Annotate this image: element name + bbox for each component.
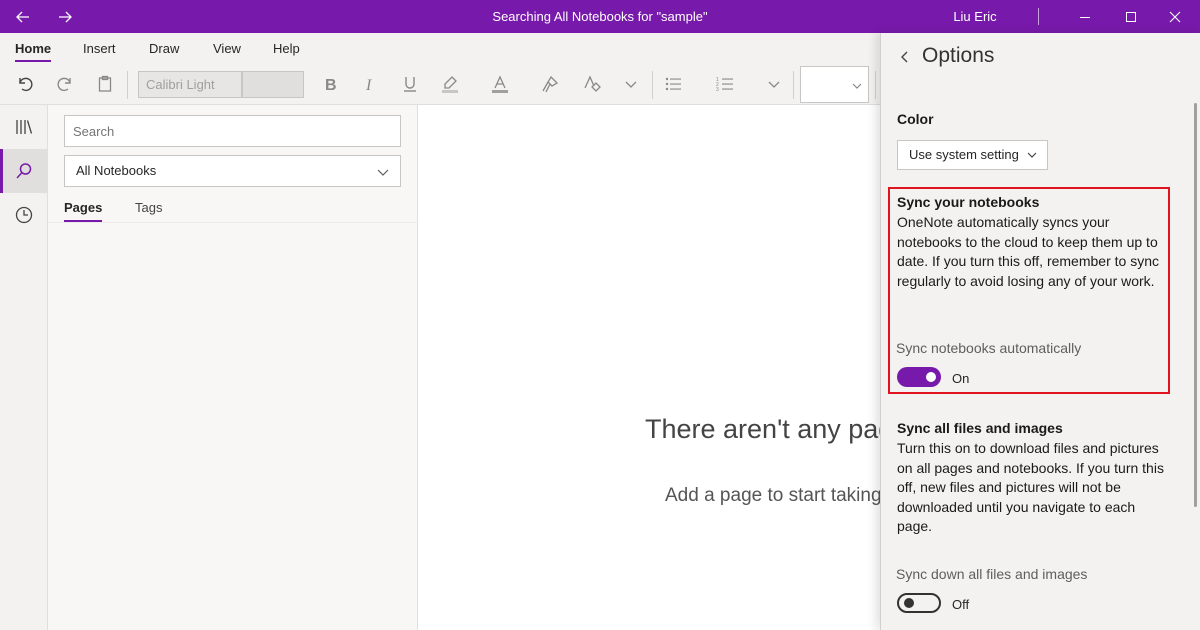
chevron-down-icon [852, 83, 862, 89]
toolbar-divider [652, 71, 653, 99]
panel-title: Options [922, 44, 995, 67]
font-name-box[interactable]: Calibri Light [138, 71, 242, 98]
titlebar-divider [1038, 8, 1039, 25]
home-toolbar: Calibri Light B I 123 [0, 63, 880, 105]
empty-state-title: There aren't any pages [645, 414, 880, 444]
svg-text:B: B [325, 77, 337, 94]
chevron-down-icon[interactable] [759, 70, 789, 98]
scrollbar[interactable] [1194, 103, 1197, 507]
font-size-box[interactable] [242, 71, 304, 98]
files-description: Turn this on to download files and pictu… [897, 440, 1164, 534]
back-chevron-icon[interactable] [893, 45, 917, 69]
styles-dropdown[interactable] [800, 66, 869, 103]
close-icon[interactable] [1152, 0, 1198, 33]
tab-help[interactable]: Help [273, 41, 300, 56]
toolbar-divider [875, 71, 876, 99]
clipboard-icon[interactable] [90, 70, 120, 98]
scope-value: All Notebooks [76, 163, 157, 178]
tab-view[interactable]: View [213, 41, 241, 56]
sync-toggle-label: Sync notebooks automatically [896, 340, 1082, 356]
minimize-icon[interactable] [1062, 0, 1108, 33]
color-dropdown[interactable]: Use system setting [897, 140, 1048, 170]
notebook-scope-dropdown[interactable]: All Notebooks [64, 155, 401, 187]
color-heading: Color [897, 111, 934, 127]
sync-files-toggle[interactable] [897, 593, 941, 613]
tabs-divider [48, 222, 418, 223]
sync-toggle-state: On [952, 371, 970, 386]
tab-home[interactable]: Home [15, 41, 52, 62]
files-toggle-label: Sync down all files and images [896, 566, 1088, 582]
toggle-knob [904, 598, 914, 608]
tab-tags[interactable]: Tags [135, 200, 162, 215]
user-name[interactable]: Liu Eric [940, 0, 1010, 33]
toolbar-divider [127, 71, 128, 99]
search-icon[interactable] [0, 149, 48, 193]
bullets-icon[interactable] [658, 70, 688, 98]
sync-description: OneNote automatically syncs your noteboo… [897, 214, 1159, 289]
italic-icon[interactable]: I [355, 70, 385, 98]
sync-notebooks-toggle[interactable] [897, 367, 941, 387]
redo-icon[interactable] [50, 70, 80, 98]
ribbon-tabs: Home Insert Draw View Help [0, 33, 880, 63]
files-heading: Sync all files and images [897, 420, 1063, 436]
tab-insert[interactable]: Insert [83, 41, 116, 56]
font-color-icon[interactable] [485, 70, 515, 98]
toolbar-divider [793, 71, 794, 99]
toggle-knob [926, 372, 936, 382]
format-painter-icon[interactable] [535, 70, 565, 98]
chevron-down-icon [377, 169, 389, 176]
notebooks-icon[interactable] [0, 105, 48, 149]
clear-formatting-icon[interactable] [577, 70, 607, 98]
nav-rail [0, 105, 48, 630]
window-title: Searching All Notebooks for "sample" [492, 9, 708, 24]
bold-icon[interactable]: B [315, 70, 345, 98]
sync-heading: Sync your notebooks [897, 194, 1040, 210]
chevron-down-icon[interactable] [616, 70, 646, 98]
options-panel: Options Color Use system setting Sync yo… [880, 33, 1200, 630]
tab-pages[interactable]: Pages [64, 200, 103, 222]
undo-icon[interactable] [10, 70, 40, 98]
underline-icon[interactable] [395, 70, 425, 98]
highlighter-icon[interactable] [435, 70, 465, 98]
svg-text:3: 3 [716, 87, 719, 93]
search-pane: All Notebooks Pages Tags [48, 105, 418, 630]
tab-draw[interactable]: Draw [149, 41, 179, 56]
empty-state-subtitle: Add a page to start taking notes [665, 485, 880, 506]
recent-icon[interactable] [0, 193, 48, 237]
numbering-icon[interactable]: 123 [710, 70, 740, 98]
chevron-down-icon [1027, 152, 1037, 158]
files-toggle-state: Off [952, 597, 970, 612]
maximize-icon[interactable] [1108, 0, 1154, 33]
page-canvas[interactable]: There aren't any pages Add a page to sta… [418, 105, 880, 630]
title-bar: Searching All Notebooks for "sample" Liu… [0, 0, 1200, 33]
color-value: Use system setting [909, 147, 1019, 162]
svg-text:I: I [365, 77, 372, 94]
search-input[interactable] [64, 115, 401, 147]
